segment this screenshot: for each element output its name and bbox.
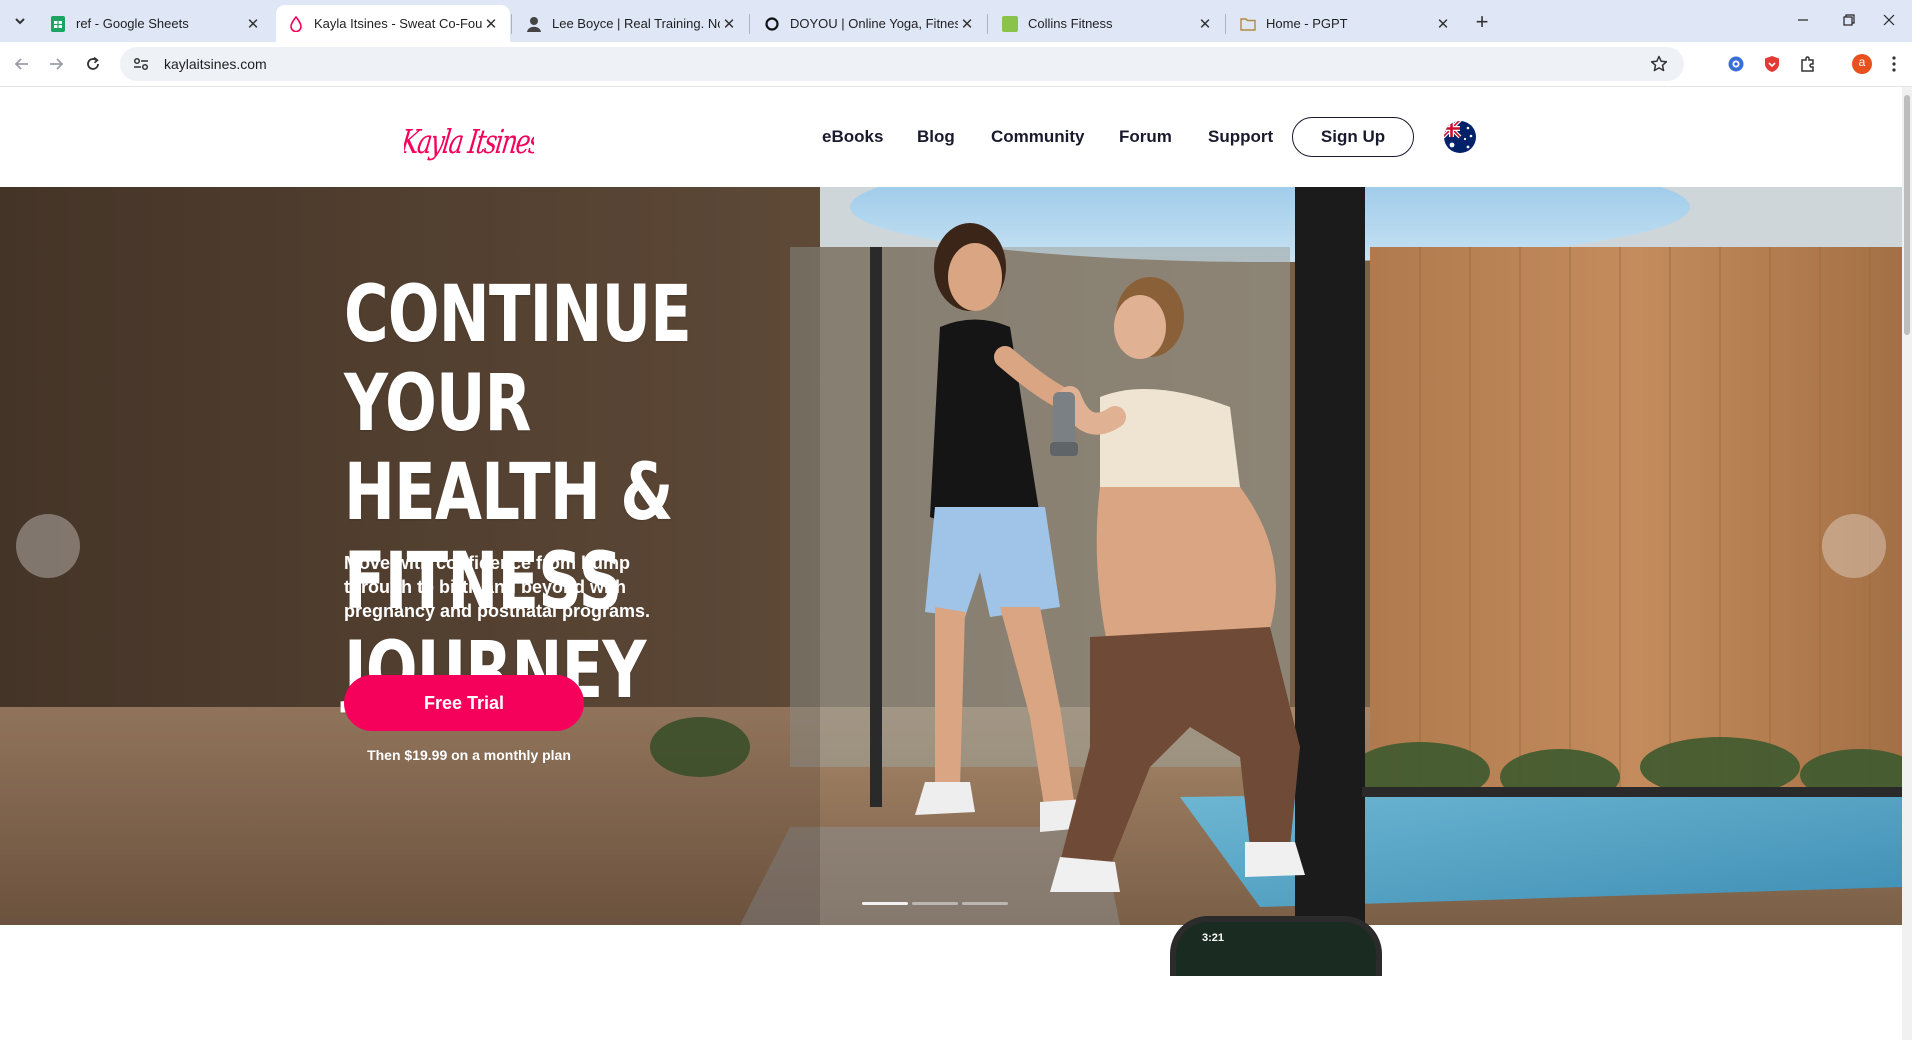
carousel-dot[interactable]	[912, 902, 958, 905]
forward-button[interactable]	[40, 48, 72, 80]
carousel-dot[interactable]	[862, 902, 908, 905]
tab-title: Collins Fitness	[1028, 16, 1113, 31]
tab-google-sheets[interactable]: ref - Google Sheets ✕	[38, 5, 272, 42]
hero-banner: CONTINUE YOUR HEALTH & FITNESS JOURNEY M…	[0, 187, 1902, 925]
tab-separator	[987, 14, 988, 34]
close-icon[interactable]: ✕	[1196, 15, 1214, 33]
restore-icon	[1843, 14, 1855, 26]
tab-separator	[749, 14, 750, 34]
hero-title: CONTINUE YOUR HEALTH & FITNESS JOURNEY	[344, 271, 812, 716]
nav-blog[interactable]: Blog	[917, 127, 955, 147]
carousel-next-button[interactable]	[1822, 514, 1886, 578]
nav-community[interactable]: Community	[991, 127, 1085, 147]
price-note: Then $19.99 on a monthly plan	[367, 747, 571, 763]
kayla-itsines-logo[interactable]: Kayla Itsines	[398, 109, 545, 169]
minimize-icon	[1798, 19, 1808, 21]
tab-kayla-itsines[interactable]: Kayla Itsines - Sweat Co-Founder ✕	[276, 5, 510, 42]
tab-home-pgpt[interactable]: Home - PGPT ✕	[1228, 5, 1462, 42]
sign-up-button[interactable]: Sign Up	[1292, 117, 1414, 157]
collins-square-icon	[1002, 15, 1018, 32]
tab-doyou[interactable]: DOYOU | Online Yoga, Fitness, a ✕	[752, 5, 986, 42]
free-trial-button[interactable]: Free Trial	[344, 675, 584, 731]
svg-text:Kayla Itsines: Kayla Itsines	[404, 123, 534, 161]
nav-ebooks[interactable]: eBooks	[822, 127, 883, 147]
nav-support[interactable]: Support	[1208, 127, 1273, 147]
site-header: Kayla Itsines eBooks Blog Community Foru…	[0, 87, 1902, 187]
hero-subtitle: Move with confidence from bump through t…	[344, 553, 651, 621]
app-phone-preview: 3:21	[1170, 916, 1382, 976]
tab-title: DOYOU | Online Yoga, Fitness, a	[790, 16, 958, 31]
tab-separator	[511, 14, 512, 34]
tab-search-button[interactable]	[6, 7, 34, 35]
tab-title: Home - PGPT	[1266, 16, 1348, 31]
minimize-button[interactable]	[1780, 0, 1826, 40]
tab-title: ref - Google Sheets	[76, 16, 189, 31]
folder-icon	[1240, 16, 1256, 32]
scrollbar-thumb[interactable]	[1904, 95, 1910, 335]
reload-icon	[87, 56, 99, 70]
profile-avatar[interactable]: a	[1850, 52, 1874, 76]
chevron-down-icon	[15, 18, 25, 25]
browser-tab-strip: ref - Google Sheets ✕ Kayla Itsines - Sw…	[0, 0, 1912, 42]
close-icon[interactable]: ✕	[244, 15, 262, 33]
nav-forum[interactable]: Forum	[1119, 127, 1172, 147]
plus-icon: +	[1475, 9, 1489, 34]
close-window-button[interactable]	[1866, 0, 1912, 40]
url-text: kaylaitsines.com	[164, 56, 267, 72]
hero-background-image	[0, 187, 1902, 925]
carousel-indicators	[862, 902, 1008, 905]
close-icon[interactable]: ✕	[1434, 15, 1452, 33]
page-scrollbar[interactable]	[1902, 87, 1912, 1040]
profile-initial: a	[1858, 55, 1866, 69]
new-tab-button[interactable]: +	[1468, 8, 1496, 36]
lee-boyce-avatar-icon	[526, 16, 542, 32]
tab-separator	[1225, 14, 1226, 34]
close-icon	[1883, 14, 1895, 26]
extension-shield-icon[interactable]	[1760, 52, 1784, 76]
reload-button[interactable]	[77, 48, 109, 80]
sheets-icon	[50, 15, 66, 32]
kayla-drop-icon	[288, 15, 304, 32]
carousel-dot[interactable]	[962, 902, 1008, 905]
close-icon[interactable]: ✕	[720, 15, 738, 33]
browser-toolbar: kaylaitsines.com a	[0, 42, 1912, 87]
browser-menu-button[interactable]	[1886, 52, 1902, 76]
close-icon[interactable]: ✕	[958, 15, 976, 33]
web-page: Kayla Itsines eBooks Blog Community Foru…	[0, 87, 1902, 1040]
arrow-left-icon	[14, 58, 28, 70]
tab-collins-fitness[interactable]: Collins Fitness ✕	[990, 5, 1224, 42]
tab-title: Kayla Itsines - Sweat Co-Founder	[314, 16, 482, 31]
doyou-circle-icon	[764, 16, 780, 32]
carousel-prev-button[interactable]	[16, 514, 80, 578]
hero-title-line: CONTINUE YOUR	[344, 270, 692, 449]
phone-status-time: 3:21	[1202, 932, 1225, 944]
arrow-right-icon	[50, 58, 64, 70]
extensions-puzzle-icon[interactable]	[1796, 52, 1820, 76]
site-settings-icon[interactable]	[132, 55, 150, 73]
tab-lee-boyce[interactable]: Lee Boyce | Real Training. No N ✕	[514, 5, 748, 42]
bookmark-star-icon[interactable]	[1650, 55, 1668, 78]
extension-globe-icon[interactable]	[1724, 52, 1748, 76]
kebab-menu-icon	[1892, 56, 1896, 72]
address-bar[interactable]: kaylaitsines.com	[120, 47, 1684, 81]
australia-flag-icon[interactable]	[1443, 120, 1477, 154]
hero-title-block: CONTINUE YOUR HEALTH & FITNESS JOURNEY	[344, 271, 804, 716]
close-icon[interactable]: ✕	[482, 15, 500, 33]
tab-title: Lee Boyce | Real Training. No N	[552, 16, 720, 31]
back-button[interactable]	[6, 48, 38, 80]
